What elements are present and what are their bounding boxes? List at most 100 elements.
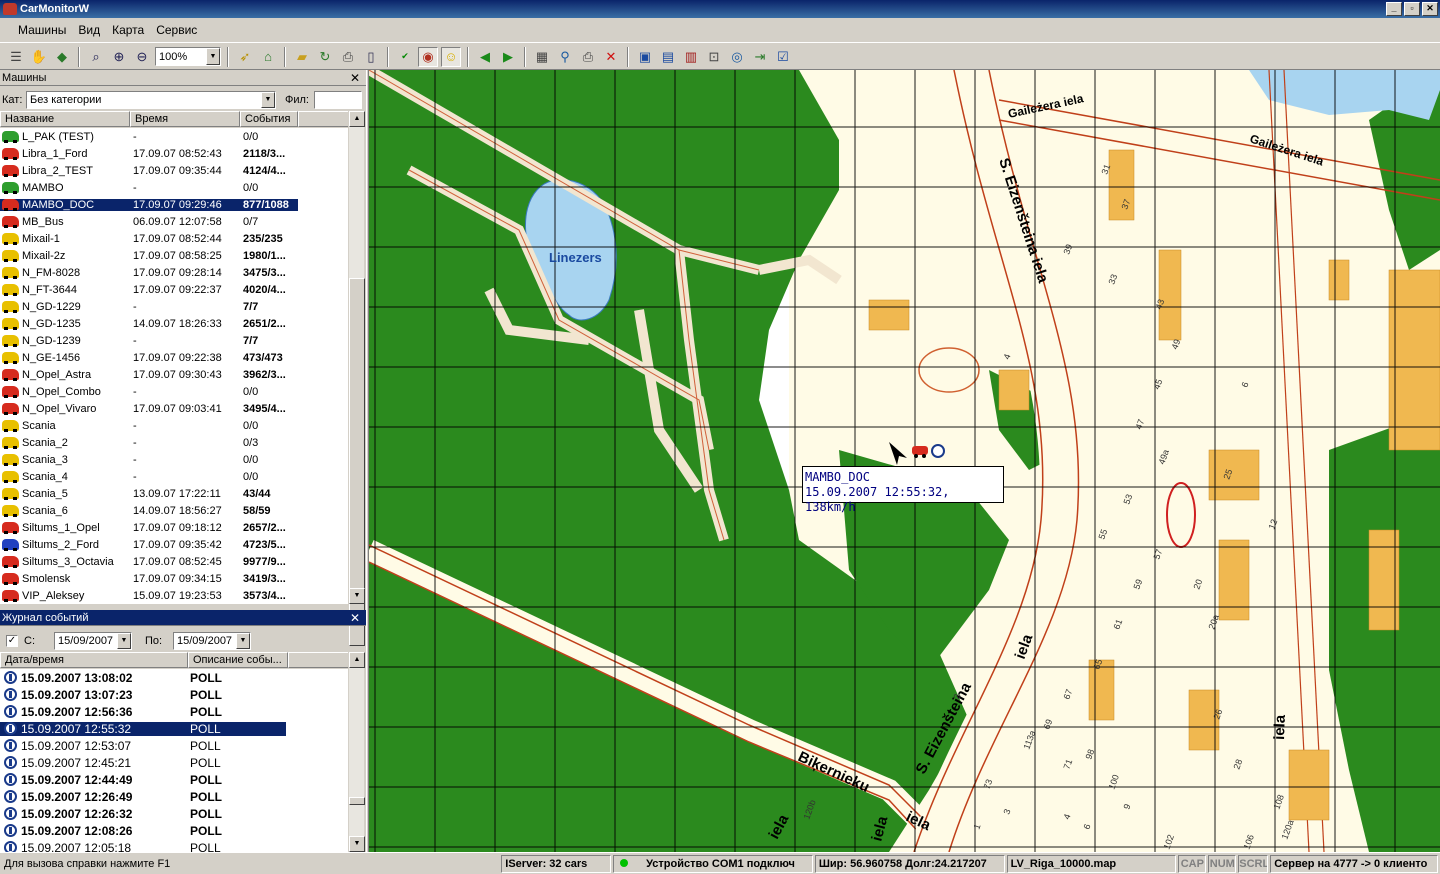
category-select[interactable]: Без категории ▼ xyxy=(26,91,276,109)
car-row[interactable]: N_Opel_Astra 17.09.07 09:30:43 3962/3... xyxy=(0,366,348,383)
chevron-down-icon[interactable]: ▼ xyxy=(261,92,275,108)
car-row[interactable]: N_GE-1456 17.09.07 09:22:38 473/473 xyxy=(0,349,348,366)
printer-icon[interactable]: ⎙ xyxy=(578,47,598,67)
car-row[interactable]: MAMBO_DOC 17.09.07 09:29:46 877/1088 xyxy=(0,196,348,213)
map-view[interactable]: Linezers Gaileżera iela Gaileżera iela S… xyxy=(369,70,1440,852)
car-row[interactable]: MB_Bus 06.09.07 12:07:58 0/7 xyxy=(0,213,348,230)
chevron-down-icon[interactable]: ▼ xyxy=(236,633,250,649)
close-icon[interactable]: ✕ xyxy=(350,610,360,626)
open-folder-icon[interactable]: ▰ xyxy=(292,47,312,67)
car-row[interactable]: Scania - 0/0 xyxy=(0,417,348,434)
to-date-picker[interactable]: 15/09/2007 ▼ xyxy=(173,632,251,650)
car-row[interactable]: Siltums_1_Opel 17.09.07 09:18:12 2657/2... xyxy=(0,519,348,536)
spellcheck-icon[interactable]: ✔ xyxy=(395,47,415,67)
export-icon[interactable]: ⇥ xyxy=(750,47,770,67)
car-row[interactable]: Mixail-1 17.09.07 08:52:44 235/235 xyxy=(0,230,348,247)
car-row[interactable]: Scania_5 13.09.07 17:22:11 43/44 xyxy=(0,485,348,502)
scroll-down-icon[interactable]: ▼ xyxy=(349,836,365,852)
scroll-thumb[interactable] xyxy=(349,797,365,805)
event-row[interactable]: 15.09.2007 12:45:21 POLL xyxy=(0,754,348,771)
car-row[interactable]: N_Opel_Combo - 0/0 xyxy=(0,383,348,400)
col-datetime[interactable]: Дата/время xyxy=(0,652,188,668)
event-row[interactable]: 15.09.2007 12:08:26 POLL xyxy=(0,822,348,839)
event-marker-icon[interactable] xyxy=(931,444,945,458)
date-filter-checkbox[interactable]: ✓ xyxy=(6,635,18,647)
hand-pan-icon[interactable]: ✋ xyxy=(29,47,49,67)
preview-icon[interactable]: ⊡ xyxy=(704,47,724,67)
map-canvas[interactable]: Linezers Gaileżera iela Gaileżera iela S… xyxy=(369,70,1440,852)
events-list-scrollbar[interactable]: ▲ ▼ xyxy=(348,652,365,852)
menu-map[interactable]: Карта xyxy=(112,23,144,37)
event-row[interactable]: 15.09.2007 12:56:36 POLL xyxy=(0,703,348,720)
restore-button[interactable]: ▫ xyxy=(1404,2,1420,16)
close-button[interactable]: ✕ xyxy=(1422,2,1438,16)
car-row[interactable]: Libra_2_TEST 17.09.07 09:35:44 4124/4... xyxy=(0,162,348,179)
forward-arrow-icon[interactable]: ▶ xyxy=(498,47,518,67)
car-row[interactable]: N_FM-8028 17.09.07 09:28:14 3475/3... xyxy=(0,264,348,281)
event-row[interactable]: 15.09.2007 12:53:07 POLL xyxy=(0,737,348,754)
car-row[interactable]: Siltums_2_Ford 17.09.07 09:35:42 4723/5... xyxy=(0,536,348,553)
from-date-picker[interactable]: 15/09/2007 ▼ xyxy=(54,632,132,650)
col-description[interactable]: Описание собы... xyxy=(188,652,288,668)
col-name[interactable]: Название xyxy=(0,111,130,127)
menu-cars[interactable]: Машины xyxy=(18,23,66,37)
document-icon[interactable]: ▯ xyxy=(361,47,381,67)
close-icon[interactable]: ✕ xyxy=(350,70,360,86)
cars-list-scrollbar[interactable]: ▲ ▼ xyxy=(348,111,365,646)
chevron-down-icon[interactable]: ▼ xyxy=(206,48,220,65)
car-track-icon[interactable]: ◉ xyxy=(418,46,438,67)
grid-icon[interactable]: ▦ xyxy=(532,47,552,67)
car-row[interactable]: Scania_3 - 0/0 xyxy=(0,451,348,468)
route-icon[interactable]: ➶ xyxy=(235,47,255,67)
scroll-up-icon[interactable]: ▲ xyxy=(349,652,365,668)
event-row[interactable]: 15.09.2007 12:26:32 POLL xyxy=(0,805,348,822)
map-layer-icon[interactable]: ◆ xyxy=(52,47,72,67)
col-events[interactable]: События xyxy=(240,111,298,127)
remove-window-icon[interactable]: ▥ xyxy=(681,47,701,67)
col-time[interactable]: Время xyxy=(130,111,240,127)
zoom-icon[interactable]: ⌕ xyxy=(86,47,106,67)
car-row[interactable]: N_GD-1239 - 7/7 xyxy=(0,332,348,349)
zoom-select[interactable]: 100% ▼ xyxy=(155,47,221,66)
event-row[interactable]: 15.09.2007 12:55:32 POLL xyxy=(0,720,348,737)
delete-icon[interactable]: ✕ xyxy=(601,47,621,67)
event-row[interactable]: 15.09.2007 12:05:18 POLL xyxy=(0,839,348,852)
scroll-up-icon[interactable]: ▲ xyxy=(349,111,365,127)
back-arrow-icon[interactable]: ◀ xyxy=(475,47,495,67)
refresh-icon[interactable]: ↻ xyxy=(315,47,335,67)
print-icon[interactable]: ⎙ xyxy=(338,47,358,67)
zoom-out-icon[interactable]: ⊖ xyxy=(132,47,152,67)
checklist-icon[interactable]: ☑ xyxy=(773,47,793,67)
car-row[interactable]: VIP_Aleksey 15.09.07 19:23:53 3573/4... xyxy=(0,587,348,604)
car-row[interactable]: Scania_2 - 0/3 xyxy=(0,434,348,451)
chevron-down-icon[interactable]: ▼ xyxy=(117,633,131,649)
zoom-in-icon[interactable]: ⊕ xyxy=(109,47,129,67)
car-row[interactable]: Mixail-2z 17.09.07 08:58:25 1980/1... xyxy=(0,247,348,264)
car-row[interactable]: N_FT-3644 17.09.07 09:22:37 4020/4... xyxy=(0,281,348,298)
add-window-icon[interactable]: ▣ xyxy=(635,47,655,67)
car-row[interactable]: Libra_1_Ford 17.09.07 08:52:43 2118/3... xyxy=(0,145,348,162)
car-row[interactable]: Scania_4 - 0/0 xyxy=(0,468,348,485)
smiley-icon[interactable]: ☺ xyxy=(441,46,461,67)
car-row[interactable]: Siltums_3_Octavia 17.09.07 08:52:45 9977/9… xyxy=(0,553,348,570)
car-row[interactable]: N_GD-1235 14.09.07 18:26:33 2651/2... xyxy=(0,315,348,332)
globe-search-icon[interactable]: ◎ xyxy=(727,47,747,67)
car-row[interactable]: Smolensk 17.09.07 09:34:15 3419/3... xyxy=(0,570,348,587)
car-row[interactable]: MAMBO - 0/0 xyxy=(0,179,348,196)
home-car-icon[interactable]: ⌂ xyxy=(258,47,278,67)
car-row[interactable]: N_Opel_Vivaro 17.09.07 09:03:41 3495/4... xyxy=(0,400,348,417)
menu-view[interactable]: Вид xyxy=(78,23,100,37)
event-row[interactable]: 15.09.2007 12:26:49 POLL xyxy=(0,788,348,805)
event-row[interactable]: 15.09.2007 12:44:49 POLL xyxy=(0,771,348,788)
event-row[interactable]: 15.09.2007 13:07:23 POLL xyxy=(0,686,348,703)
minimize-button[interactable]: _ xyxy=(1386,2,1402,16)
car-row[interactable]: Scania_6 14.09.07 18:56:27 58/59 xyxy=(0,502,348,519)
car-row[interactable]: N_GD-1229 - 7/7 xyxy=(0,298,348,315)
list-view-icon[interactable]: ☰ xyxy=(6,47,26,67)
event-row[interactable]: 15.09.2007 13:08:02 POLL xyxy=(0,669,348,686)
car-row[interactable]: L_PAK (TEST) - 0/0 xyxy=(0,128,348,145)
find-icon[interactable]: ⚲ xyxy=(555,47,575,67)
scroll-down-icon[interactable]: ▼ xyxy=(349,588,365,604)
menu-service[interactable]: Сервис xyxy=(156,23,197,37)
edit-window-icon[interactable]: ▤ xyxy=(658,47,678,67)
